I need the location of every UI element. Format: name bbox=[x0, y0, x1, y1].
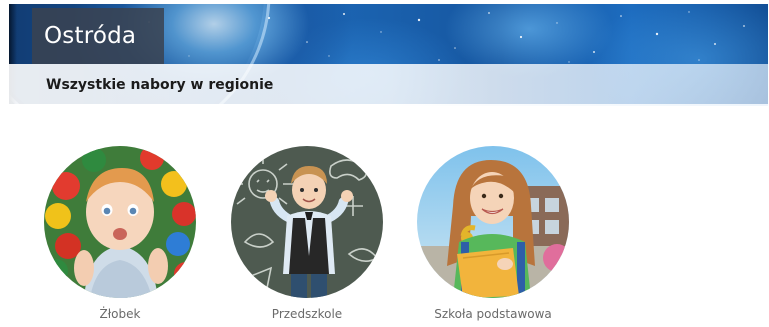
category-label[interactable]: Szkoła podstawowa bbox=[417, 307, 569, 321]
region-title: Ostróda bbox=[32, 8, 164, 64]
page: Ostróda Wszystkie nabory w regionie Żłob… bbox=[0, 0, 769, 327]
toddler-photo[interactable] bbox=[44, 146, 196, 298]
category-label[interactable]: Przedszkole bbox=[231, 307, 383, 321]
category-tile-szkola-podstawowa[interactable]: Szkoła podstawowa bbox=[417, 146, 569, 321]
all-recruitments-link[interactable]: Wszystkie nabory w regionie bbox=[46, 64, 273, 106]
preschool-boy-photo[interactable] bbox=[231, 146, 383, 298]
category-tile-przedszkole[interactable]: Przedszkole bbox=[231, 146, 383, 321]
category-label[interactable]: Żłobek bbox=[44, 307, 196, 321]
subtitle-bar: Wszystkie nabory w regionie bbox=[9, 64, 768, 106]
schoolgirl-photo[interactable] bbox=[417, 146, 569, 298]
category-tile-zlobek[interactable]: Żłobek bbox=[44, 146, 196, 321]
